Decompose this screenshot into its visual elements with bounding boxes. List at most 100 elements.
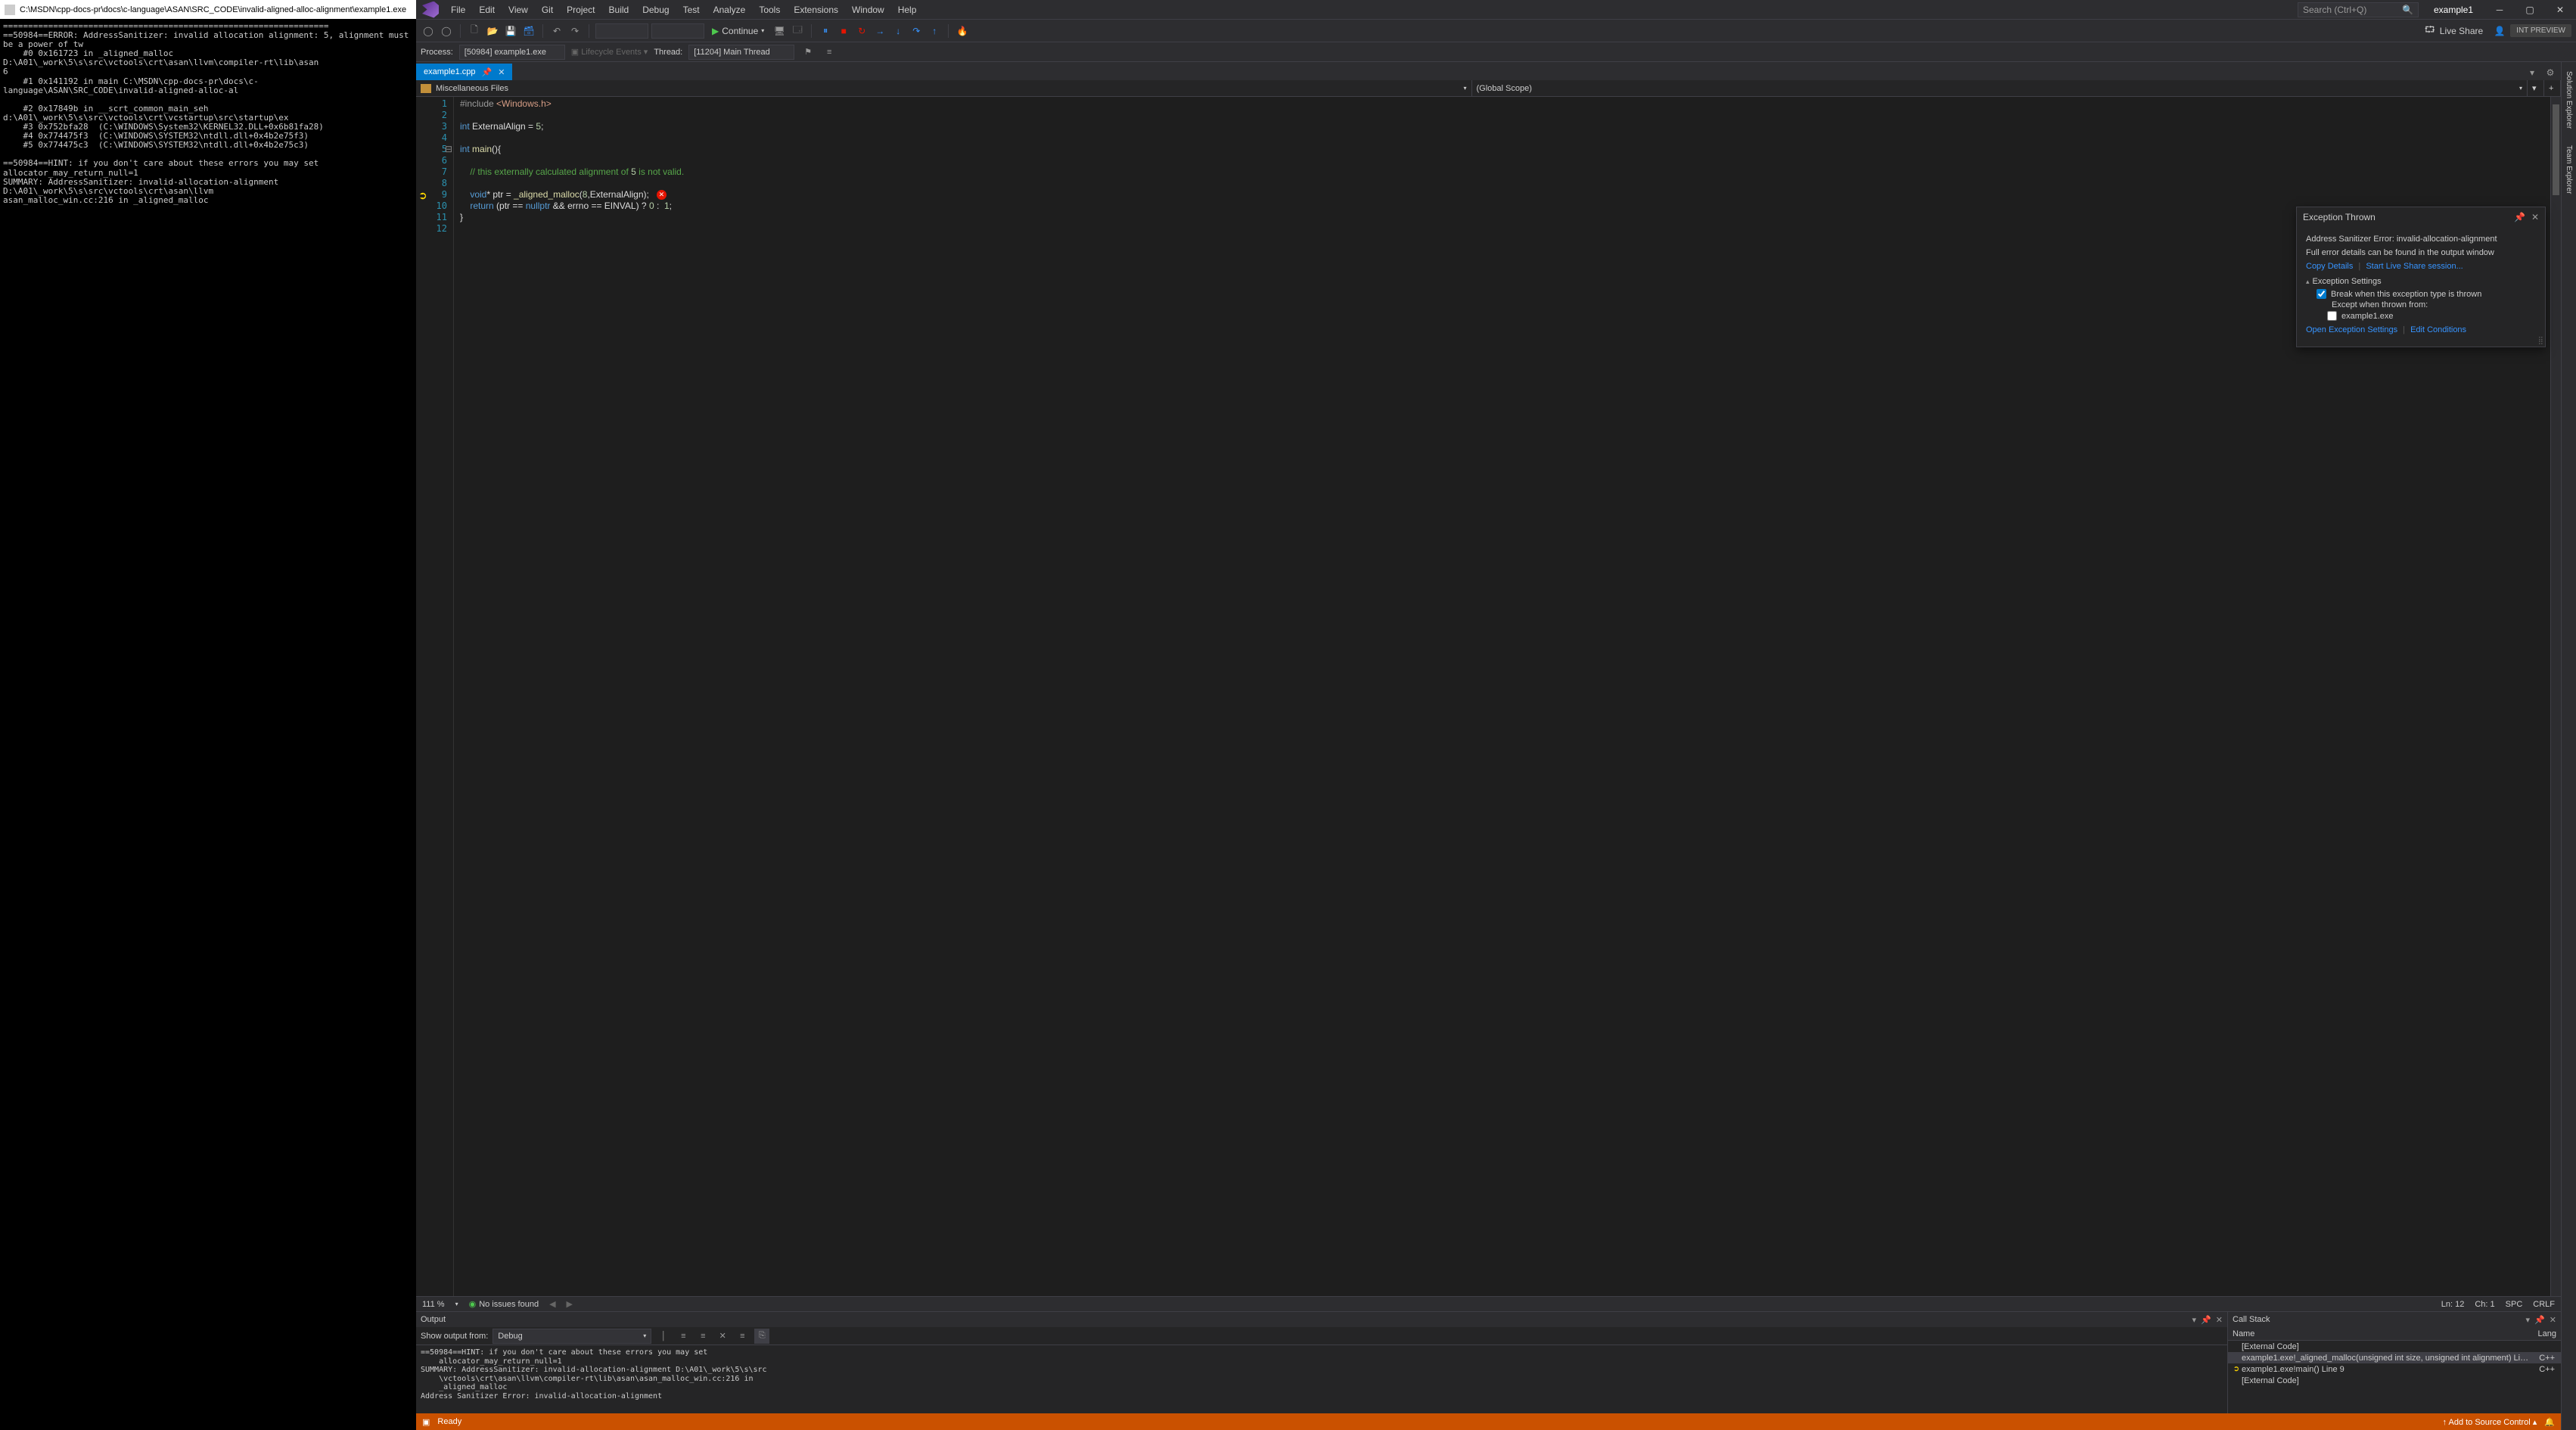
callstack-row[interactable]: example1.exe!_aligned_malloc(unsigned in… xyxy=(2228,1352,2561,1363)
wrap-button[interactable]: ≡ xyxy=(735,1329,750,1344)
autoscroll-button[interactable]: ⎘ xyxy=(754,1329,769,1344)
break-checkbox[interactable] xyxy=(2317,289,2326,299)
pin-icon[interactable]: 📌 xyxy=(482,67,493,77)
line-indicator[interactable]: Ln: 12 xyxy=(2441,1300,2465,1309)
close-button[interactable]: ✕ xyxy=(2549,2,2571,18)
zoom-dropdown-icon[interactable]: ▾ xyxy=(455,1301,458,1307)
menu-window[interactable]: Window xyxy=(846,2,890,18)
solution-explorer-tab[interactable]: Solution Explorer xyxy=(2565,67,2573,133)
nav-next-issue[interactable]: ▶ xyxy=(567,1299,573,1309)
platform-dropdown[interactable] xyxy=(651,23,704,39)
open-exception-settings-link[interactable]: Open Exception Settings xyxy=(2306,325,2397,334)
search-box[interactable]: Search (Ctrl+Q) 🔍 xyxy=(2298,2,2419,17)
find-button[interactable]: │ xyxy=(656,1329,671,1344)
menu-tools[interactable]: Tools xyxy=(753,2,786,18)
tabs-dropdown-button[interactable]: ▾ xyxy=(2525,65,2540,80)
char-indicator[interactable]: Ch: 1 xyxy=(2475,1300,2494,1309)
code-area[interactable]: #include <Windows.h>int ExternalAlign = … xyxy=(454,97,2550,1296)
team-explorer-tab[interactable]: Team Explorer xyxy=(2565,141,2573,198)
redo-button[interactable]: ↷ xyxy=(567,23,583,39)
stop-button[interactable]: ■ xyxy=(836,23,851,39)
menu-extensions[interactable]: Extensions xyxy=(788,2,844,18)
edit-conditions-link[interactable]: Edit Conditions xyxy=(2410,325,2466,334)
save-button[interactable]: 💾 xyxy=(503,23,518,39)
console-titlebar[interactable]: C:\MSDN\cpp-docs-pr\docs\c-language\ASAN… xyxy=(0,0,416,19)
panel-dropdown-icon[interactable]: ▾ xyxy=(2192,1315,2197,1325)
start-liveshare-link[interactable]: Start Live Share session... xyxy=(2366,262,2463,271)
feedback-button[interactable]: 👤 xyxy=(2492,23,2507,39)
close-icon[interactable]: ✕ xyxy=(2550,1315,2556,1325)
menu-project[interactable]: Project xyxy=(561,2,601,18)
callstack-row[interactable]: [External Code] xyxy=(2228,1341,2561,1352)
pin-icon[interactable]: 📌 xyxy=(2534,1315,2545,1325)
pause-button[interactable]: ⏸ xyxy=(818,23,833,39)
close-tab-icon[interactable]: ✕ xyxy=(498,67,505,77)
step-into-button[interactable]: ↓ xyxy=(890,23,906,39)
settings-gear-icon[interactable]: ⚙ xyxy=(2543,65,2558,80)
callstack-row[interactable]: ➲example1.exe!main() Line 9C++ xyxy=(2228,1363,2561,1375)
nav-back-button[interactable]: ◯ xyxy=(421,23,436,39)
menu-file[interactable]: File xyxy=(445,2,471,18)
restart-button[interactable]: ↻ xyxy=(854,23,869,39)
debug-process-button[interactable]: 🗔 xyxy=(790,23,805,39)
issues-text[interactable]: No issues found xyxy=(479,1300,539,1309)
menu-build[interactable]: Build xyxy=(603,2,635,18)
copy-details-link[interactable]: Copy Details xyxy=(2306,262,2353,271)
nav-scope-dropdown[interactable]: (Global Scope) ▾ xyxy=(1472,80,2528,96)
open-button[interactable]: 📂 xyxy=(485,23,500,39)
source-control-button[interactable]: ↑ Add to Source Control ▴ xyxy=(2443,1417,2537,1427)
nav-project-dropdown[interactable]: Miscellaneous Files ▾ xyxy=(416,80,1472,96)
tab-example1[interactable]: example1.cpp 📌 ✕ xyxy=(416,64,512,80)
undo-button[interactable]: ↶ xyxy=(549,23,564,39)
step-out-button[interactable]: ↑ xyxy=(927,23,942,39)
step-over-button[interactable]: ↷ xyxy=(909,23,924,39)
thread-dropdown[interactable]: [11204] Main Thread xyxy=(688,45,794,60)
debug-target-button[interactable]: 🖥 xyxy=(772,23,787,39)
callstack-row[interactable]: [External Code] xyxy=(2228,1375,2561,1386)
stack-frame-button[interactable]: ≡ xyxy=(822,45,837,60)
except-target-row[interactable]: example1.exe xyxy=(2327,311,2536,321)
show-next-statement-button[interactable]: → xyxy=(872,23,887,39)
nav-add-button[interactable]: + xyxy=(2544,80,2561,96)
menu-test[interactable]: Test xyxy=(677,2,706,18)
except-target-checkbox[interactable] xyxy=(2327,311,2337,321)
break-checkbox-row[interactable]: Break when this exception type is thrown xyxy=(2317,289,2536,299)
panel-dropdown-icon[interactable]: ▾ xyxy=(2526,1315,2531,1325)
process-dropdown[interactable]: [50984] example1.exe xyxy=(459,45,565,60)
menu-git[interactable]: Git xyxy=(536,2,559,18)
code-editor[interactable]: 123456789101112 #include <Windows.h>int … xyxy=(416,97,2561,1296)
resize-grip-icon[interactable]: ⣿ xyxy=(2538,337,2543,345)
eol-indicator[interactable]: CRLF xyxy=(2533,1300,2555,1309)
pin-icon[interactable]: 📌 xyxy=(2201,1315,2211,1325)
clear-button[interactable]: ✕ xyxy=(715,1329,730,1344)
maximize-button[interactable]: ▢ xyxy=(2519,2,2541,18)
config-dropdown[interactable] xyxy=(595,23,648,39)
scrollbar-thumb[interactable] xyxy=(2553,104,2559,195)
flag-button[interactable]: ⚑ xyxy=(800,45,816,60)
vertical-scrollbar[interactable] xyxy=(2550,97,2561,1296)
lifecycle-events-button[interactable]: ▣ Lifecycle Events ▾ xyxy=(571,47,648,57)
nav-fwd-button[interactable]: ◯ xyxy=(439,23,454,39)
goto-button[interactable]: ≡ xyxy=(676,1329,691,1344)
menu-help[interactable]: Help xyxy=(892,2,923,18)
output-source-dropdown[interactable]: Debug▾ xyxy=(493,1329,651,1344)
hot-reload-button[interactable]: 🔥 xyxy=(955,23,970,39)
menu-view[interactable]: View xyxy=(502,2,534,18)
live-share-button[interactable]: ⮔ Live Share xyxy=(2419,23,2490,39)
new-item-button[interactable]: 🗋 xyxy=(467,23,482,39)
pin-icon[interactable]: 📌 xyxy=(2514,212,2525,222)
output-body[interactable]: ==50984==HINT: if you don't care about t… xyxy=(416,1345,2227,1413)
prev-button[interactable]: ≡ xyxy=(695,1329,710,1344)
nav-prev-issue[interactable]: ◀ xyxy=(549,1299,555,1309)
save-all-button[interactable]: 🗃 xyxy=(521,23,536,39)
console-output[interactable]: ========================================… xyxy=(0,19,416,1430)
exception-settings-header[interactable]: Exception Settings xyxy=(2306,277,2536,286)
close-icon[interactable]: ✕ xyxy=(2216,1315,2223,1325)
close-icon[interactable]: ✕ xyxy=(2531,212,2539,222)
nav-split-button[interactable]: ▾ xyxy=(2528,80,2544,96)
menu-analyze[interactable]: Analyze xyxy=(707,2,752,18)
callstack-body[interactable]: [External Code]example1.exe!_aligned_mal… xyxy=(2228,1341,2561,1413)
zoom-level[interactable]: 111 % xyxy=(422,1300,445,1309)
minimize-button[interactable]: ─ xyxy=(2488,2,2511,18)
continue-button[interactable]: ▶ Continue ▾ xyxy=(707,26,769,36)
